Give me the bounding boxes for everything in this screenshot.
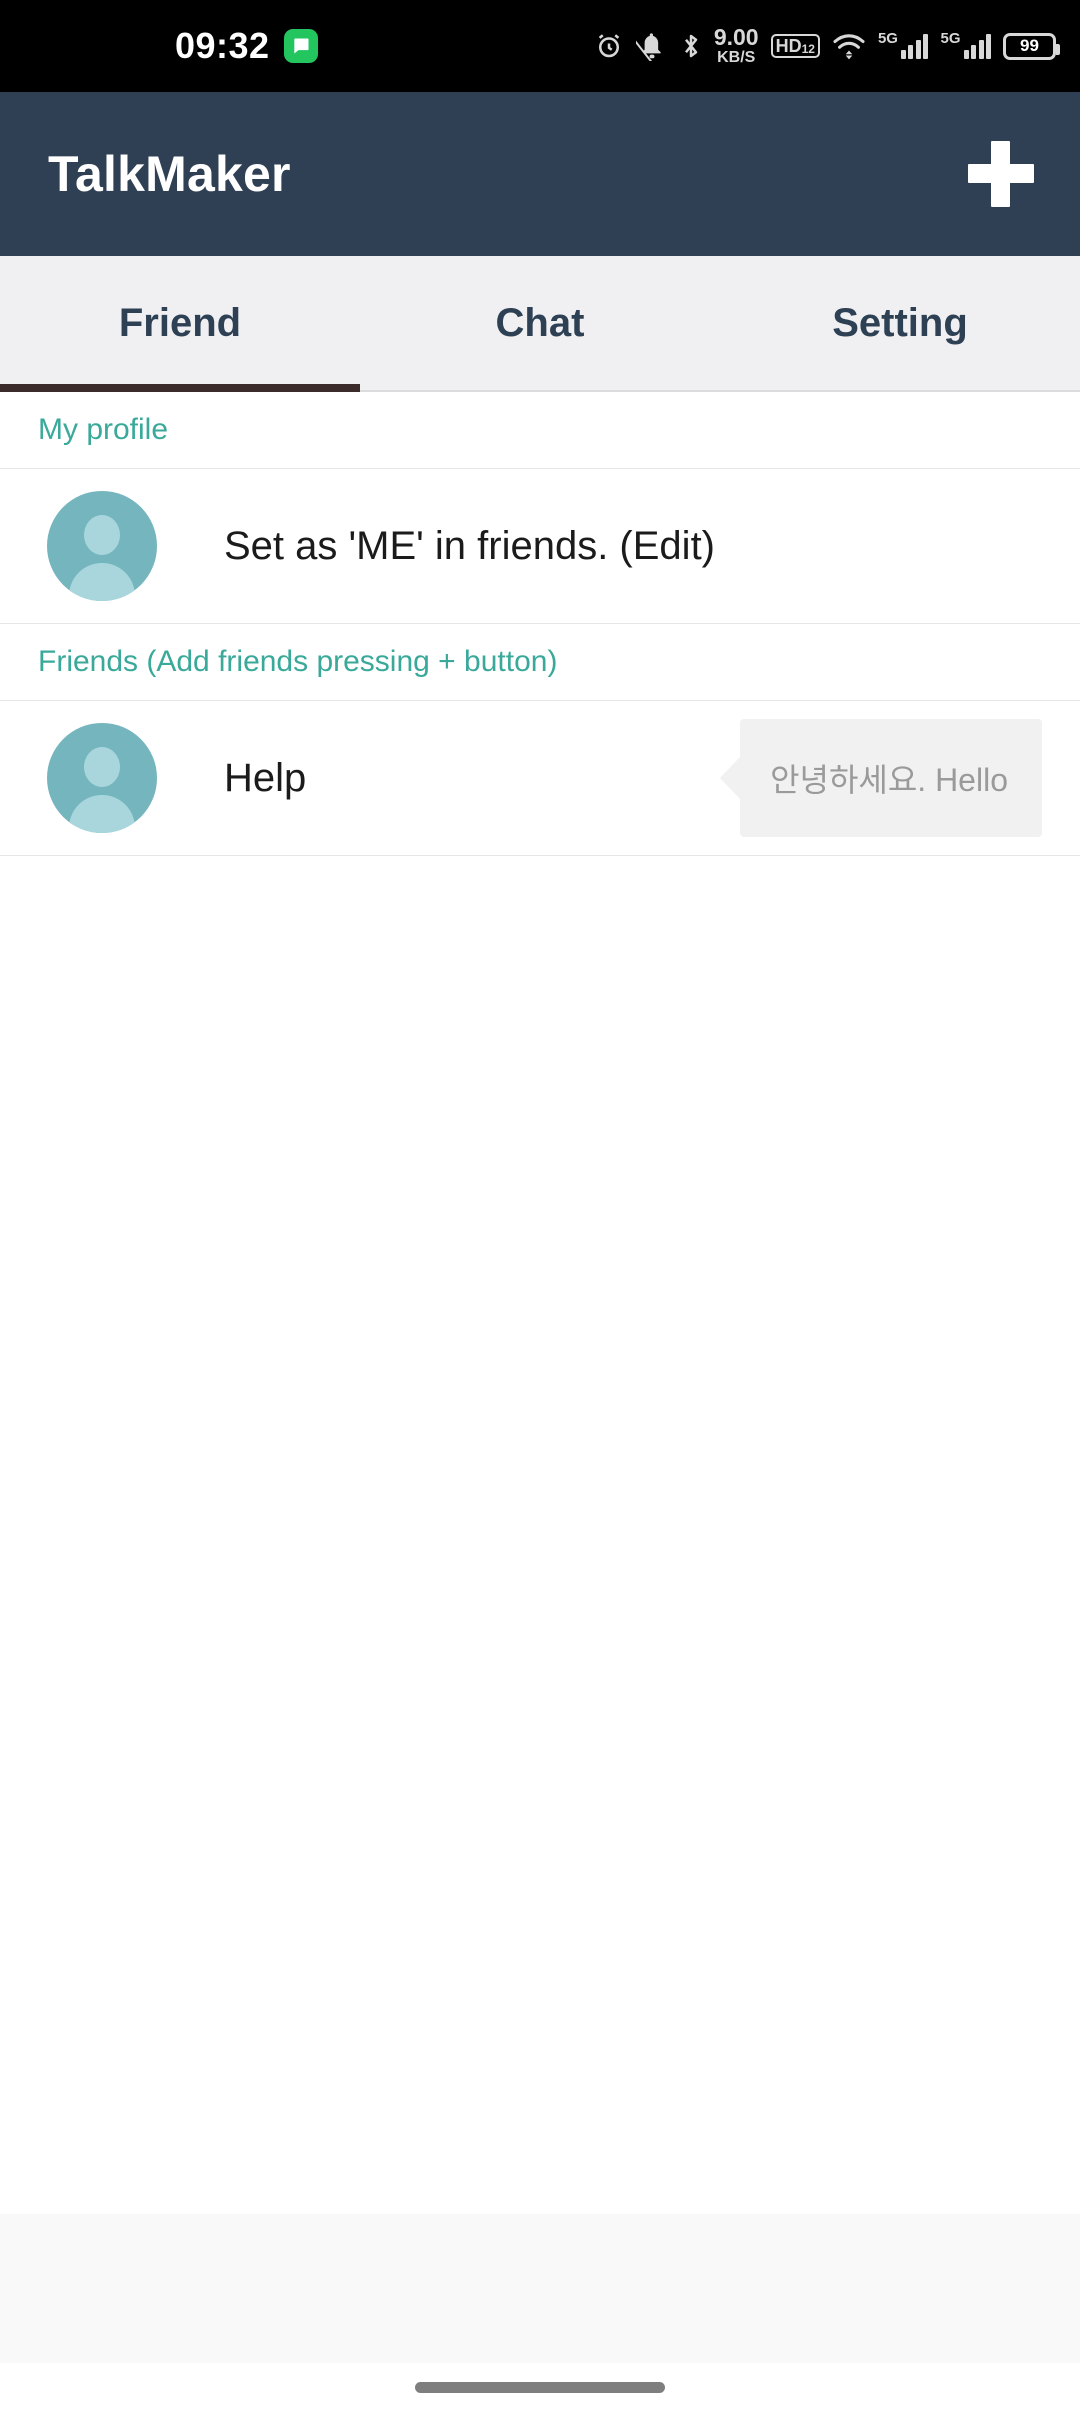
friend-status-bubble: 안녕하세요. Hello: [740, 719, 1042, 837]
hd-voice-icon: HD 1 2: [770, 34, 820, 58]
mute-bell-icon: [635, 31, 668, 61]
sim1-bars: [900, 33, 929, 59]
friend-list-empty-area: [0, 856, 1080, 2412]
alarm-clock-icon: [594, 31, 624, 61]
section-header-friends: Friends (Add friends pressing + button): [0, 624, 1080, 701]
network-speed-unit: KB/S: [717, 49, 756, 66]
network-speed-indicator: 9.00 KB/S: [714, 26, 759, 66]
add-friend-button[interactable]: [968, 141, 1034, 207]
chat-bubble-icon: [283, 29, 318, 63]
status-bar-right: 9.00 KB/S HD 1 2 5G 5G 99: [594, 26, 1060, 66]
home-indicator-pill[interactable]: [415, 2382, 665, 2393]
friend-row-help[interactable]: Help 안녕하세요. Hello: [0, 701, 1080, 856]
app-bar: TalkMaker: [0, 92, 1080, 256]
hd-label: HD: [775, 36, 802, 56]
system-navigation-bar: [0, 2363, 1080, 2412]
status-bar-left: 09:32: [175, 28, 318, 64]
friend-status-message: 안녕하세요. Hello: [740, 719, 1042, 837]
sim1-signal-icon: 5G: [877, 30, 929, 59]
section-header-my-profile-label: My profile: [38, 413, 169, 446]
tab-friend[interactable]: Friend: [0, 256, 360, 392]
status-time: 09:32: [175, 25, 270, 66]
bluetooth-icon: [680, 31, 702, 61]
sim2-network-label: 5G: [940, 30, 961, 47]
friend-name-label: Help: [224, 755, 307, 800]
screen-root: 09:32 9.00 KB/S HD 1 2 5G 5G 99 TalkMake…: [0, 0, 1080, 2412]
network-speed-value: 9.00: [713, 24, 759, 50]
tab-setting[interactable]: Setting: [720, 256, 1080, 390]
my-profile-label: Set as 'ME' in friends. (Edit): [224, 523, 715, 568]
hd-sup: 1: [801, 42, 809, 56]
battery-icon: 99: [1003, 32, 1060, 60]
battery-percent: 99: [1020, 36, 1039, 55]
wifi-icon: [832, 32, 866, 60]
section-header-my-profile: My profile: [0, 392, 1080, 469]
tab-chat[interactable]: Chat: [360, 256, 720, 390]
person-avatar-icon: [47, 723, 157, 833]
sim1-network-label: 5G: [877, 30, 898, 47]
sim2-signal-icon: 5G: [940, 30, 991, 59]
sim2-bars: [963, 33, 991, 59]
status-bar: 09:32 9.00 KB/S HD 1 2 5G 5G 99: [0, 0, 1080, 92]
person-avatar-icon: [47, 491, 157, 601]
app-title: TalkMaker: [48, 146, 291, 202]
tab-bar: Friend Chat Setting: [0, 256, 1080, 392]
tab-chat-label: Chat: [495, 300, 585, 345]
hd-sub: 2: [808, 42, 815, 56]
bottom-banner-area: [0, 2214, 1080, 2363]
my-profile-row[interactable]: Set as 'ME' in friends. (Edit): [0, 469, 1080, 624]
tab-friend-label: Friend: [118, 300, 242, 345]
section-header-friends-label: Friends (Add friends pressing + button): [38, 645, 558, 678]
tab-setting-label: Setting: [832, 300, 968, 345]
